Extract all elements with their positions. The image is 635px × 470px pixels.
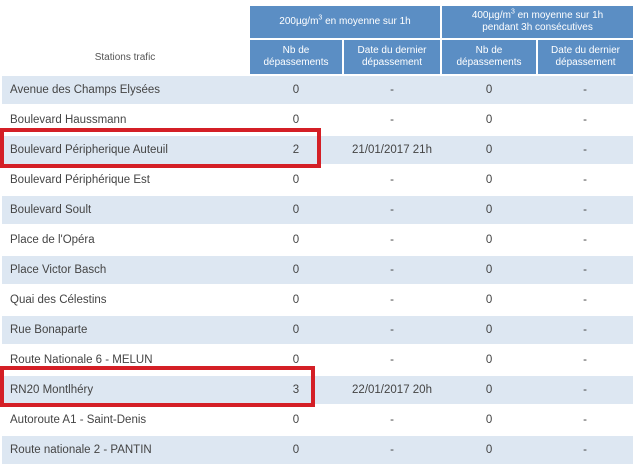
table-row: Rue Bonaparte 0 - 0 -	[2, 314, 634, 345]
last-exceedance-400: -	[537, 254, 634, 285]
station-name: Rue Bonaparte	[2, 314, 249, 345]
header-group-400: 400µg/m3 en moyenne sur 1h pendant 3h co…	[440, 6, 634, 39]
header-nb-2: Nb de dépassements	[440, 38, 538, 75]
station-name: Route nationale 2 - PANTIN	[2, 434, 249, 464]
nb-exceedances-200: 0	[249, 284, 343, 315]
nb-exceedances-400: 0	[441, 344, 538, 375]
last-exceedance-400: -	[537, 284, 634, 315]
table-row: Route nationale 2 - PANTIN 0 - 0 -	[2, 434, 634, 464]
table-row: Quai des Célestins 0 - 0 -	[2, 284, 634, 315]
nb-exceedances-200: 0	[249, 254, 343, 285]
nb-exceedances-400: 0	[441, 224, 538, 255]
last-exceedance-200: 21/01/2017 21h	[343, 134, 442, 165]
station-name: Boulevard Périphérique Est	[2, 164, 249, 195]
table-row: Avenue des Champs Elysées 0 - 0 -	[2, 74, 634, 105]
nb-exceedances-400: 0	[441, 254, 538, 285]
last-exceedance-200: -	[343, 104, 442, 135]
header-blank-cell	[2, 6, 249, 39]
group2-label-line2: pendant 3h consécutives	[482, 22, 593, 33]
last-exceedance-200: -	[343, 194, 442, 225]
nb-exceedances-200: 0	[249, 434, 343, 464]
last-exceedance-200: -	[343, 434, 442, 464]
last-exceedance-200: -	[343, 284, 442, 315]
last-exceedance-200: -	[343, 314, 442, 345]
last-exceedance-200: 22/01/2017 20h	[343, 374, 442, 405]
last-exceedance-200: -	[343, 74, 442, 105]
nb-exceedances-200: 0	[249, 164, 343, 195]
highlight-box-montlhery	[0, 366, 315, 407]
table-row: Boulevard Soult 0 - 0 -	[2, 194, 634, 225]
table-row: Autoroute A1 - Saint-Denis 0 - 0 -	[2, 404, 634, 435]
station-name: Boulevard Soult	[2, 194, 249, 225]
header-date-2: Date du dernier dépassement	[536, 38, 634, 75]
last-exceedance-200: -	[343, 404, 442, 435]
group2-label-line1: 400µg/m3 en moyenne sur 1h	[471, 8, 604, 21]
station-name: Place Victor Basch	[2, 254, 249, 285]
nb-exceedances-400: 0	[441, 164, 538, 195]
nb-exceedances-200: 0	[249, 314, 343, 345]
last-exceedance-400: -	[537, 314, 634, 345]
highlight-box-auteuil	[0, 128, 321, 168]
last-exceedance-200: -	[343, 344, 442, 375]
station-name: Quai des Célestins	[2, 284, 249, 315]
header-date-1: Date du dernier dépassement	[341, 38, 442, 75]
group1-label: 200µg/m3 en moyenne sur 1h	[279, 14, 411, 27]
last-exceedance-400: -	[537, 74, 634, 105]
nb-exceedances-400: 0	[441, 374, 538, 405]
table-row: Place Victor Basch 0 - 0 -	[2, 254, 634, 285]
nb-exceedances-400: 0	[441, 434, 538, 464]
nb-exceedances-200: 0	[249, 74, 343, 105]
last-exceedance-200: -	[343, 224, 442, 255]
nb-exceedances-200: 0	[249, 224, 343, 255]
header-group-200: 200µg/m3 en moyenne sur 1h	[247, 6, 442, 39]
nb-exceedances-400: 0	[441, 314, 538, 345]
last-exceedance-400: -	[537, 104, 634, 135]
nb-exceedances-200: 0	[249, 194, 343, 225]
station-name: Autoroute A1 - Saint-Denis	[2, 404, 249, 435]
last-exceedance-400: -	[537, 374, 634, 405]
last-exceedance-400: -	[537, 224, 634, 255]
last-exceedance-200: -	[343, 254, 442, 285]
nb-exceedances-200: 0	[249, 404, 343, 435]
station-name: Avenue des Champs Elysées	[2, 74, 249, 105]
header-stations: Stations trafic	[2, 38, 249, 75]
last-exceedance-400: -	[537, 164, 634, 195]
last-exceedance-400: -	[537, 404, 634, 435]
nb-exceedances-400: 0	[441, 134, 538, 165]
nb-exceedances-400: 0	[441, 74, 538, 105]
last-exceedance-400: -	[537, 194, 634, 225]
nb-exceedances-400: 0	[441, 284, 538, 315]
last-exceedance-400: -	[537, 344, 634, 375]
nb-exceedances-400: 0	[441, 194, 538, 225]
table-row: Boulevard Périphérique Est 0 - 0 -	[2, 164, 634, 195]
last-exceedance-400: -	[537, 434, 634, 464]
last-exceedance-200: -	[343, 164, 442, 195]
station-name: Place de l'Opéra	[2, 224, 249, 255]
table-row: Place de l'Opéra 0 - 0 -	[2, 224, 634, 255]
last-exceedance-400: -	[537, 134, 634, 165]
nb-exceedances-400: 0	[441, 404, 538, 435]
header-nb-1: Nb de dépassements	[248, 38, 343, 75]
nb-exceedances-400: 0	[441, 104, 538, 135]
